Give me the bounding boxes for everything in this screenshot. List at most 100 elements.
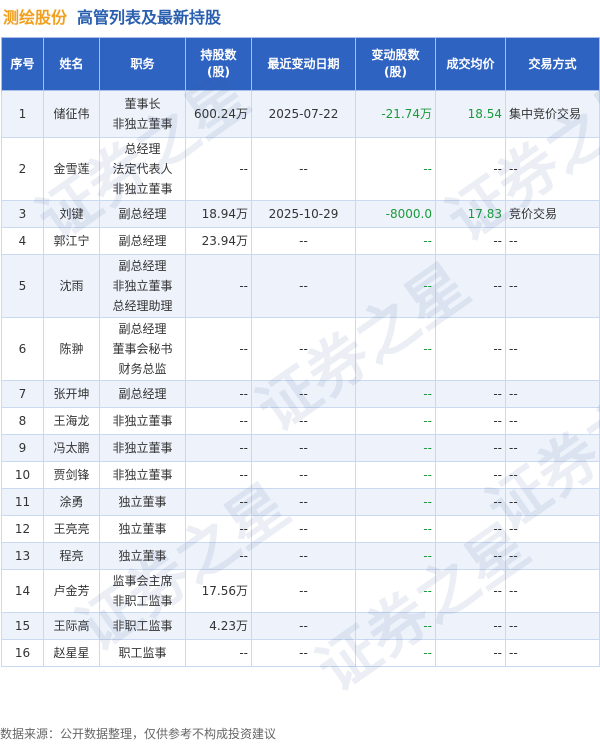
cell-no: 6: [1, 317, 44, 381]
cell-method: --: [505, 137, 600, 201]
cell-position: 非职工监事: [99, 612, 186, 640]
position-line: 副总经理: [118, 322, 167, 336]
cell-shares: --: [185, 137, 252, 201]
cell-position: 非独立董事: [99, 461, 186, 489]
cell-name: 涂勇: [43, 488, 100, 516]
cell-name: 王海龙: [43, 407, 100, 435]
cell-no: 13: [1, 542, 44, 570]
cell-price: --: [435, 461, 506, 489]
cell-name: 沈雨: [43, 254, 100, 318]
cell-price: 18.54: [435, 90, 506, 138]
position-line: 非职工监事: [112, 594, 173, 608]
cell-price: --: [435, 488, 506, 516]
cell-name: 程亮: [43, 542, 100, 570]
cell-date: --: [251, 515, 356, 543]
cell-shares: --: [185, 515, 252, 543]
cell-position: 非独立董事: [99, 434, 186, 462]
cell-position: 副总经理: [99, 380, 186, 408]
cell-price: 17.83: [435, 200, 506, 228]
cell-name: 储征伟: [43, 90, 100, 138]
cell-no: 8: [1, 407, 44, 435]
cell-name: 金雪莲: [43, 137, 100, 201]
col-header-shares: 持股数 (股): [185, 37, 252, 91]
cell-change: --: [355, 488, 436, 516]
table-row: 10 贾剑锋 非独立董事 -- -- -- -- --: [1, 461, 600, 489]
data-source-note: 数据来源：公开数据整理，仅供参考不构成投资建议: [0, 727, 277, 741]
cell-price: --: [435, 380, 506, 408]
cell-date: --: [251, 227, 356, 255]
position-line: 职工监事: [118, 646, 167, 660]
cell-no: 10: [1, 461, 44, 489]
cell-position: 非独立董事: [99, 407, 186, 435]
cell-method: --: [505, 407, 600, 435]
cell-name: 张开坤: [43, 380, 100, 408]
col-header-method: 交易方式: [505, 37, 600, 91]
cell-name: 王际高: [43, 612, 100, 640]
cell-position: 监事会主席 非职工监事: [99, 569, 186, 613]
position-line: 副总经理: [118, 259, 167, 273]
cell-method: --: [505, 515, 600, 543]
cell-date: --: [251, 488, 356, 516]
cell-no: 4: [1, 227, 44, 255]
cell-shares: --: [185, 254, 252, 318]
cell-date: --: [251, 434, 356, 462]
page-header: 测绘股份 高管列表及最新持股: [0, 0, 600, 32]
table-row: 11 涂勇 独立董事 -- -- -- -- --: [1, 488, 600, 516]
cell-name: 冯太鹏: [43, 434, 100, 462]
table-row: 1 储征伟 董事长 非独立董事 600.24万 2025-07-22 -21.74万 18.5…: [1, 90, 600, 138]
position-line: 董事长: [124, 97, 161, 111]
cell-position: 董事长 非独立董事: [99, 90, 186, 138]
cell-date: --: [251, 317, 356, 381]
position-line: 非独立董事: [112, 414, 173, 428]
cell-shares: --: [185, 461, 252, 489]
table-row: 2 金雪莲 总经理 法定代表人 非独立董事 -- -- -- -- --: [1, 137, 600, 201]
cell-shares: --: [185, 317, 252, 381]
position-line: 副总经理: [118, 234, 167, 248]
cell-no: 1: [1, 90, 44, 138]
cell-change: --: [355, 542, 436, 570]
cell-method: --: [505, 461, 600, 489]
cell-date: 2025-10-29: [251, 200, 356, 228]
cell-change: --: [355, 434, 436, 462]
table-row: 16 赵星星 职工监事 -- -- -- -- --: [1, 639, 600, 667]
cell-shares: --: [185, 639, 252, 667]
cell-method: --: [505, 434, 600, 462]
page-title: 高管列表及最新持股: [77, 8, 222, 27]
cell-shares: --: [185, 488, 252, 516]
cell-no: 14: [1, 569, 44, 613]
cell-name: 贾剑锋: [43, 461, 100, 489]
cell-price: --: [435, 137, 506, 201]
cell-method: --: [505, 227, 600, 255]
cell-no: 15: [1, 612, 44, 640]
table-row: 15 王际高 非职工监事 4.23万 -- -- -- --: [1, 612, 600, 640]
cell-date: --: [251, 612, 356, 640]
col-header-position: 职务: [99, 37, 186, 91]
cell-date: --: [251, 137, 356, 201]
cell-price: --: [435, 227, 506, 255]
cell-no: 2: [1, 137, 44, 201]
cell-no: 16: [1, 639, 44, 667]
cell-date: --: [251, 542, 356, 570]
table-row: 3 刘键 副总经理 18.94万 2025-10-29 -8000.0 17.83 竞价交易: [1, 200, 600, 228]
position-line: 独立董事: [118, 495, 167, 509]
col-header-price: 成交均价: [435, 37, 506, 91]
position-line: 副总经理: [118, 207, 167, 221]
position-line: 法定代表人: [112, 162, 173, 176]
cell-date: --: [251, 407, 356, 435]
cell-price: --: [435, 407, 506, 435]
cell-shares: 18.94万: [185, 200, 252, 228]
table-body: 1 储征伟 董事长 非独立董事 600.24万 2025-07-22 -21.74万 18.5…: [1, 90, 600, 667]
cell-shares: 17.56万: [185, 569, 252, 613]
position-line: 非独立董事: [112, 182, 173, 196]
cell-date: --: [251, 461, 356, 489]
table-row: 5 沈雨 副总经理 非独立董事 总经理助理 -- -- -- -- --: [1, 254, 600, 318]
cell-price: --: [435, 569, 506, 613]
cell-method: --: [505, 569, 600, 613]
cell-position: 副总经理 董事会秘书 财务总监: [99, 317, 186, 381]
cell-no: 12: [1, 515, 44, 543]
position-line: 总经理助理: [112, 299, 173, 313]
table-row: 9 冯太鹏 非独立董事 -- -- -- -- --: [1, 434, 600, 462]
position-line: 副总经理: [118, 387, 167, 401]
cell-position: 独立董事: [99, 542, 186, 570]
cell-date: --: [251, 254, 356, 318]
